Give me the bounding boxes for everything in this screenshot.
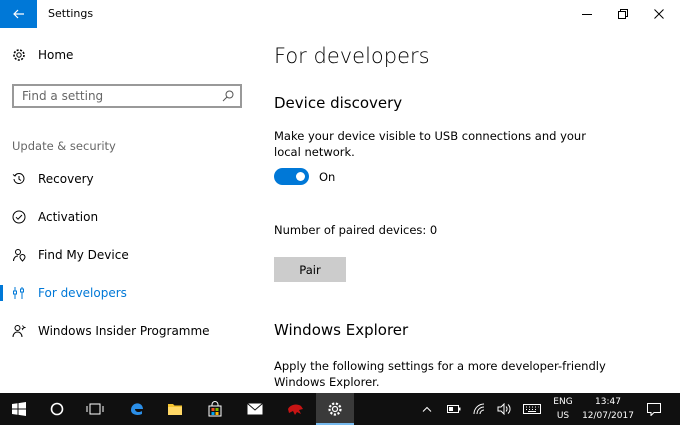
task-view-button[interactable] bbox=[76, 393, 114, 425]
clock-time: 13:47 bbox=[595, 397, 621, 407]
speaker-icon bbox=[497, 403, 511, 415]
minimize-button[interactable] bbox=[570, 0, 604, 28]
action-center-button[interactable] bbox=[644, 401, 664, 417]
developer-tools-icon bbox=[12, 286, 26, 300]
cortana-button[interactable] bbox=[38, 393, 76, 425]
sidebar-home[interactable]: Home bbox=[12, 48, 73, 62]
close-button[interactable] bbox=[642, 0, 676, 28]
close-icon bbox=[654, 9, 664, 19]
mail-envelope-icon bbox=[247, 403, 263, 415]
title-bar: Settings bbox=[0, 0, 680, 28]
back-arrow-icon bbox=[12, 9, 24, 19]
sidebar-item-label: For developers bbox=[38, 286, 127, 300]
gear-icon bbox=[328, 402, 342, 416]
cortana-circle-icon bbox=[50, 402, 64, 416]
page-title: For developers bbox=[274, 44, 430, 68]
device-discovery-toggle[interactable] bbox=[274, 168, 309, 185]
store-button[interactable] bbox=[196, 393, 234, 425]
touch-keyboard-button[interactable] bbox=[522, 401, 542, 417]
toggle-state-label: On bbox=[319, 169, 336, 184]
red-app-button[interactable] bbox=[276, 393, 314, 425]
mail-button[interactable] bbox=[236, 393, 274, 425]
input-language[interactable]: ENG US bbox=[550, 397, 576, 422]
device-discovery-heading: Device discovery bbox=[274, 94, 403, 112]
region-code: US bbox=[556, 411, 570, 421]
show-hidden-icons-button[interactable] bbox=[420, 401, 434, 417]
restore-icon bbox=[618, 9, 628, 19]
device-discovery-toggle-row: On bbox=[274, 168, 335, 185]
window-title: Settings bbox=[48, 7, 94, 20]
file-explorer-button[interactable] bbox=[156, 393, 194, 425]
edge-browser-icon bbox=[131, 403, 143, 415]
search-icon[interactable] bbox=[222, 90, 234, 102]
section-heading: Update & security bbox=[12, 139, 116, 153]
check-circle-icon bbox=[12, 210, 26, 224]
settings-taskbar-button[interactable] bbox=[316, 393, 354, 425]
sidebar: Home Update & security Recovery Activati… bbox=[0, 28, 252, 393]
device-discovery-description: Make your device visible to USB connecti… bbox=[274, 129, 586, 159]
notification-icon bbox=[647, 402, 661, 416]
sidebar-item-activation[interactable]: Activation bbox=[0, 202, 252, 232]
sidebar-item-windows-insider[interactable]: Windows Insider Programme bbox=[0, 316, 252, 346]
toggle-knob bbox=[296, 172, 305, 181]
start-button[interactable] bbox=[0, 393, 38, 425]
chevron-up-icon bbox=[422, 406, 432, 412]
battery-icon bbox=[447, 405, 461, 413]
sidebar-home-label: Home bbox=[38, 48, 74, 62]
pair-button[interactable]: Pair bbox=[274, 257, 346, 282]
network-button[interactable] bbox=[472, 401, 488, 417]
settings-window: Settings Home Update & security Recovery bbox=[0, 0, 680, 393]
store-bag-icon bbox=[208, 401, 222, 417]
windows-explorer-description: Apply the following settings for a more … bbox=[274, 359, 606, 389]
minimize-icon bbox=[582, 14, 592, 15]
clock-date: 12/07/2017 bbox=[582, 411, 634, 421]
volume-button[interactable] bbox=[496, 401, 512, 417]
back-button[interactable] bbox=[0, 0, 37, 28]
wifi-icon bbox=[473, 403, 485, 415]
main-content: For developers Device discovery Make you… bbox=[274, 28, 674, 393]
language-code: ENG bbox=[553, 397, 573, 407]
sidebar-item-label: Find My Device bbox=[38, 248, 129, 262]
windows-logo-icon bbox=[12, 402, 26, 416]
windows-explorer-heading: Windows Explorer bbox=[274, 321, 409, 339]
history-icon bbox=[12, 172, 26, 186]
sidebar-item-find-my-device[interactable]: Find My Device bbox=[0, 240, 252, 270]
taskbar: ENG US 13:47 12/07/2017 bbox=[0, 393, 680, 425]
clock[interactable]: 13:47 12/07/2017 bbox=[582, 397, 634, 422]
sidebar-item-label: Windows Insider Programme bbox=[38, 324, 210, 338]
sidebar-item-for-developers[interactable]: For developers bbox=[0, 278, 252, 308]
sidebar-item-label: Activation bbox=[38, 210, 99, 224]
edge-button[interactable] bbox=[118, 393, 156, 425]
keyboard-icon bbox=[523, 404, 541, 414]
gear-icon bbox=[13, 49, 25, 61]
paired-devices-count: Number of paired devices: 0 bbox=[274, 223, 438, 237]
restore-button[interactable] bbox=[606, 0, 640, 28]
search-box[interactable] bbox=[12, 84, 242, 108]
task-view-icon bbox=[86, 403, 104, 415]
active-indicator bbox=[0, 285, 3, 301]
person-pin-icon bbox=[12, 248, 26, 262]
search-input[interactable] bbox=[22, 89, 212, 103]
red-bug-app-icon bbox=[288, 404, 303, 415]
battery-button[interactable] bbox=[446, 401, 462, 417]
sidebar-item-recovery[interactable]: Recovery bbox=[0, 164, 252, 194]
sidebar-item-label: Recovery bbox=[38, 172, 94, 186]
folder-icon bbox=[168, 404, 182, 415]
insider-person-icon bbox=[12, 324, 26, 338]
